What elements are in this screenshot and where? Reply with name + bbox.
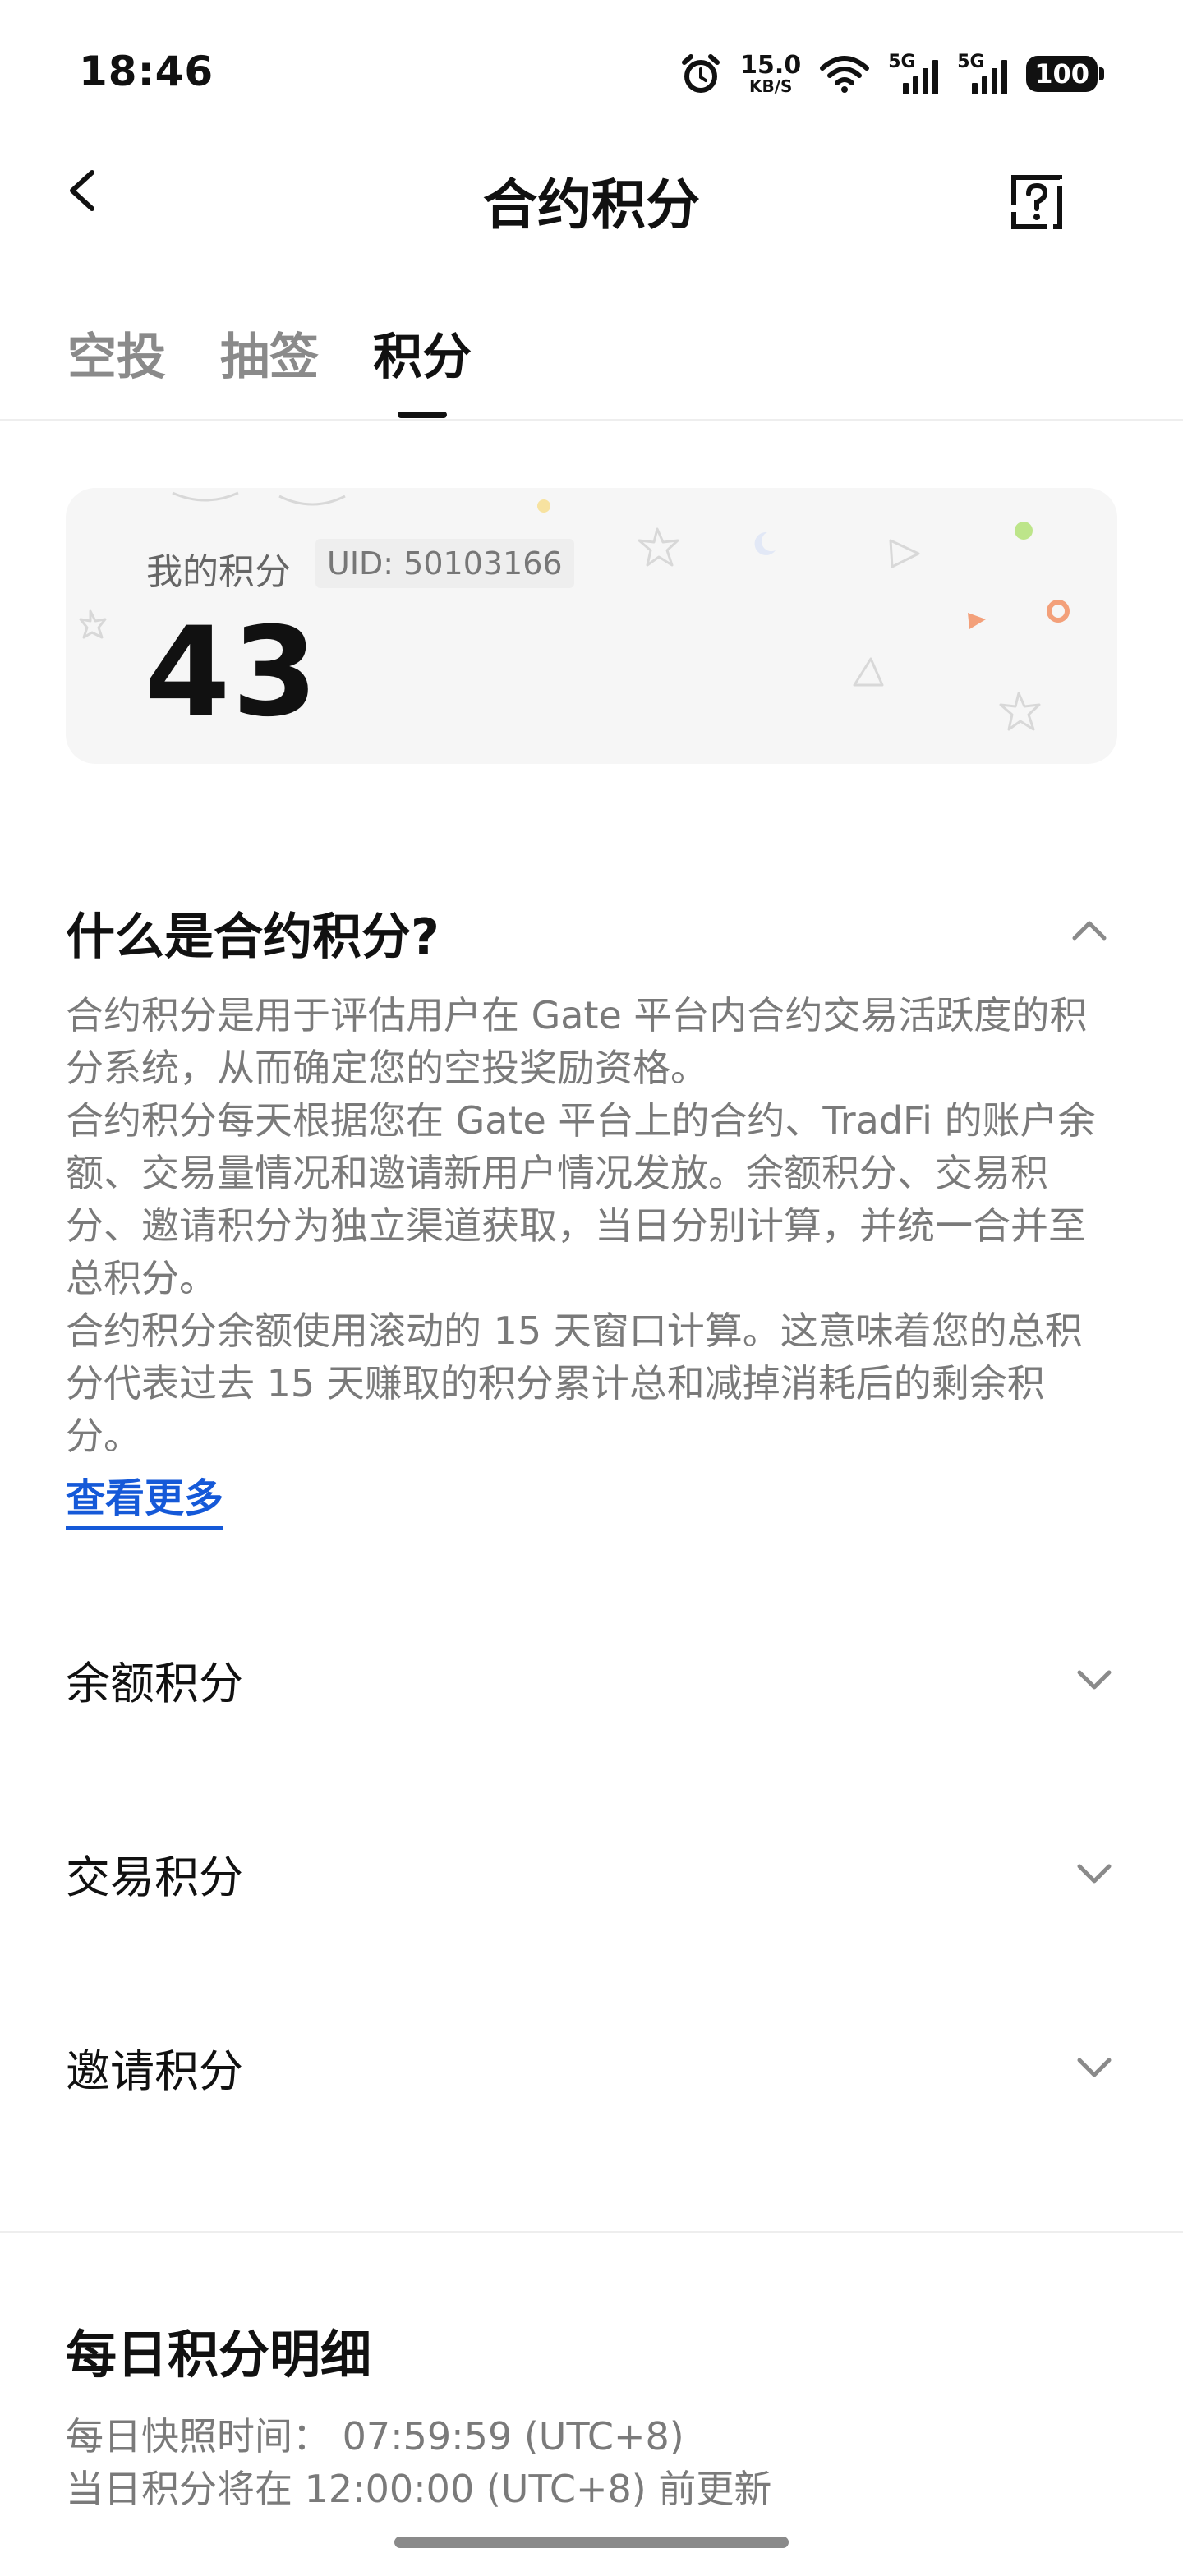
points-label: 我的积分 [146, 551, 291, 593]
battery-icon: 100 [1026, 56, 1104, 92]
accordion-label: 余额积分 [66, 1657, 243, 1709]
tab-airdrop[interactable]: 空投 [67, 317, 166, 418]
accordion-label: 邀请积分 [66, 2045, 243, 2097]
uid-badge: UID: 50103166 [315, 539, 574, 588]
network-speed: 15.0 KB/S [740, 51, 802, 96]
tab-points[interactable]: 积分 [373, 317, 472, 418]
question-icon [1011, 175, 1062, 229]
faq-body: 合约积分是用于评估用户在 Gate 平台内合约交易活跃度的积分系统，从而确定您的… [66, 989, 1117, 1462]
signal-icon: 5G [888, 52, 939, 94]
home-indicator[interactable] [394, 2537, 789, 2548]
chevron-down-icon [1077, 2058, 1112, 2077]
points-value: 43 [145, 601, 320, 744]
status-icons: 15.0 KB/S 5G 5G 100 [679, 51, 1104, 97]
view-more-link[interactable]: 查看更多 [66, 1465, 224, 1530]
faq-paragraph: 合约积分是用于评估用户在 Gate 平台内合约交易活跃度的积分系统，从而确定您的… [66, 993, 1088, 1090]
daily-points-title: 每日积分明细 [66, 2325, 372, 2385]
alarm-icon [682, 54, 720, 93]
wifi-icon [820, 56, 870, 93]
daily-snapshot-time: 每日快照时间： 07:59:59 (UTC+8) [66, 2414, 684, 2459]
help-button[interactable] [1006, 171, 1068, 233]
signal-icon: 5G [957, 52, 1008, 94]
accordion-invite-points[interactable]: 邀请积分 [66, 2026, 1117, 2108]
points-card: 我的积分 UID: 50103166 43 [66, 488, 1117, 764]
chevron-up-icon [1072, 921, 1107, 941]
chevron-down-icon [1077, 1670, 1112, 1690]
faq-paragraph: 合约积分每天根据您在 Gate 平台上的合约、TradFi 的账户余额、交易量情… [66, 1098, 1096, 1300]
faq-collapse-button[interactable] [1065, 907, 1114, 956]
accordion-label: 交易积分 [66, 1851, 243, 1903]
status-time: 18:46 [79, 48, 214, 95]
accordion-balance-points[interactable]: 余额积分 [66, 1638, 1117, 1720]
tab-lottery[interactable]: 抽签 [220, 317, 319, 418]
battery-level: 100 [1034, 58, 1089, 90]
faq-title: 什么是合约积分? [66, 908, 440, 966]
network-speed-value: 15.0 [740, 51, 802, 80]
section-divider [0, 2231, 1183, 2233]
faq-paragraph: 合约积分余额使用滚动的 15 天窗口计算。这意味着您的总积分代表过去 15 天赚… [66, 1309, 1083, 1458]
network-speed-unit: KB/S [748, 76, 793, 96]
tabs-divider [0, 419, 1183, 421]
chevron-down-icon [1077, 1864, 1112, 1884]
tab-bar: 空投 抽签 积分 [67, 317, 472, 418]
accordion-trading-points[interactable]: 交易积分 [66, 1832, 1117, 1914]
daily-update-note: 当日积分将在 12:00:00 (UTC+8) 前更新 [66, 2467, 772, 2511]
